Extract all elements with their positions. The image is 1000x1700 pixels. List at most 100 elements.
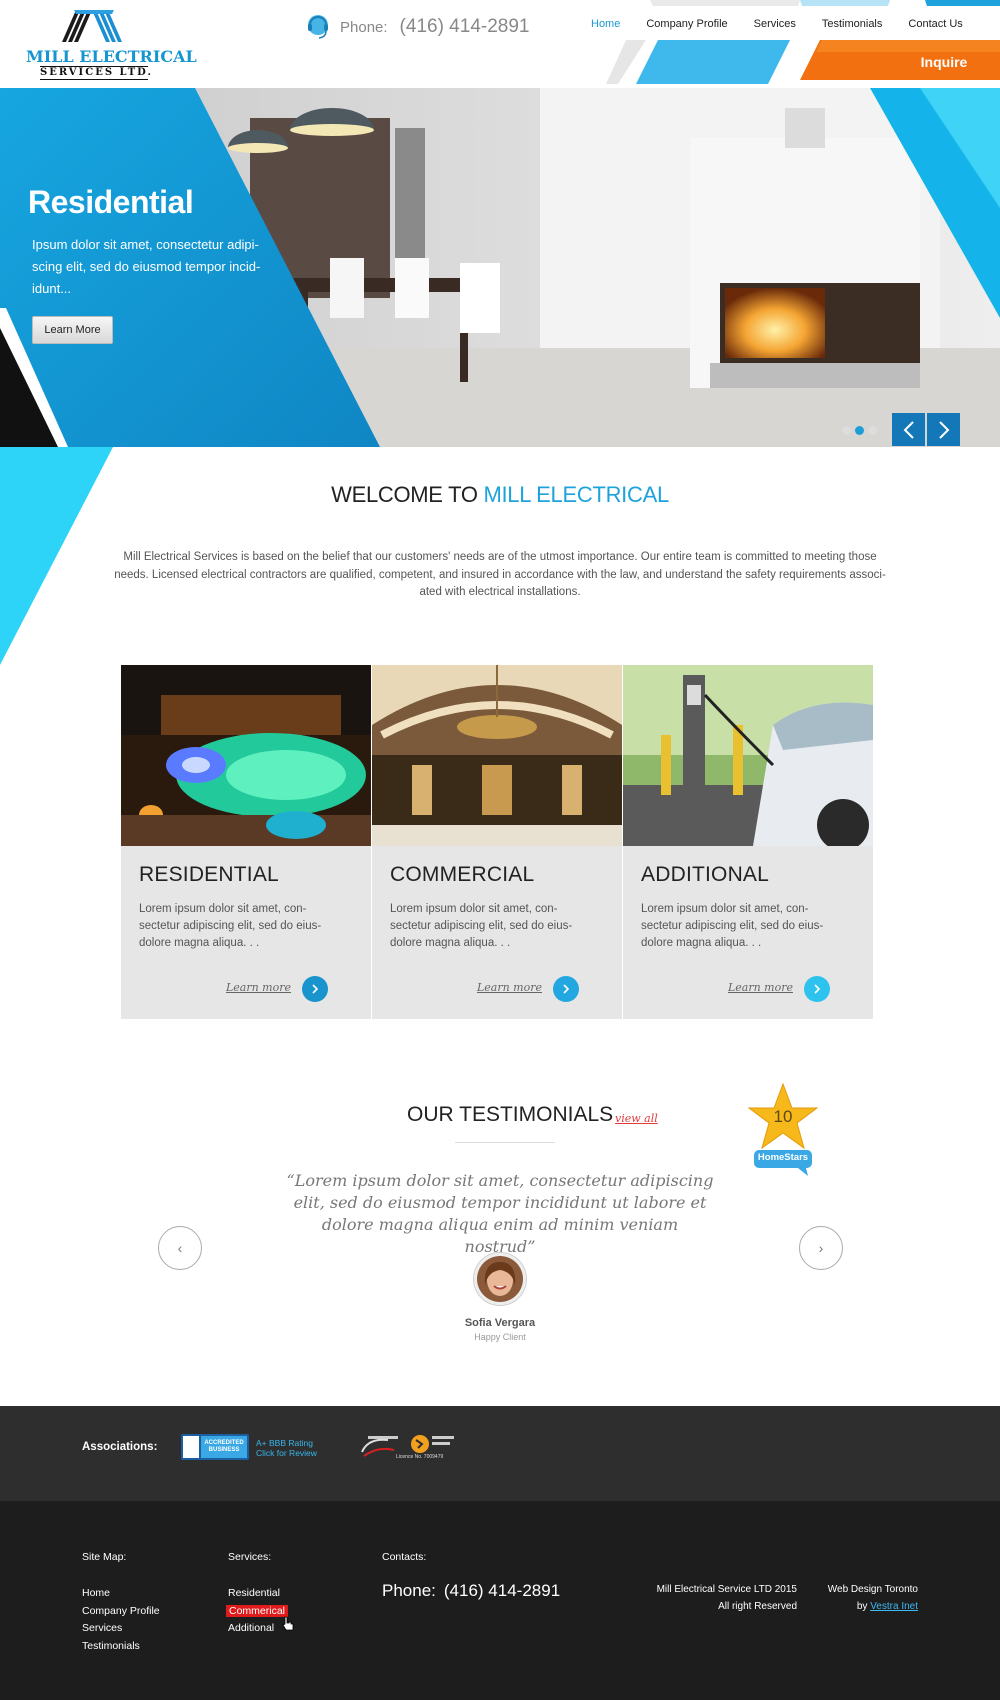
- star-icon: [747, 1082, 819, 1176]
- sitemap-services[interactable]: Services: [82, 1622, 122, 1634]
- slider-next-button[interactable]: [927, 413, 960, 446]
- nav-company-profile[interactable]: Company Profile: [633, 12, 740, 38]
- nav-home[interactable]: Home: [578, 12, 633, 38]
- esa-logo[interactable]: Licence No. 7009479: [358, 1430, 458, 1462]
- footer-phone-number[interactable]: (416) 414-2891: [444, 1581, 560, 1600]
- arrow-right-button[interactable]: [302, 976, 328, 1002]
- vestra-inet-link[interactable]: Vestra Inet: [870, 1601, 918, 1612]
- service-cards: RESIDENTIAL Lorem ipsum dolor sit amet, …: [121, 665, 873, 1019]
- homestars-number: 10: [773, 1107, 793, 1126]
- associations-label: Associations:: [82, 1441, 158, 1453]
- list-item: Company Profile: [82, 1603, 160, 1621]
- web-design-line1: Web Design Toronto: [827, 1584, 918, 1595]
- learn-more-link[interactable]: Learn more: [226, 981, 291, 994]
- arrow-right-button[interactable]: [553, 976, 579, 1002]
- contacts-title: Contacts:: [382, 1551, 427, 1563]
- sitemap-home[interactable]: Home: [82, 1587, 110, 1599]
- bbb-badge-text: ACCREDITED BUSINESS: [204, 1440, 244, 1453]
- footer-phone: Phone: (416) 414-2891: [382, 1581, 560, 1601]
- slider-prev-button[interactable]: [892, 413, 925, 446]
- copyright-line1: Mill Electrical Service LTD 2015: [656, 1584, 797, 1595]
- footer-phone-label: Phone:: [382, 1581, 436, 1600]
- testimonial-next-button[interactable]: ›: [799, 1226, 843, 1270]
- testimonials-title: OUR TESTIMONIALS: [407, 1103, 614, 1126]
- esa-licence: Licence No. 7009479: [396, 1454, 444, 1460]
- phone-label: Phone:: [340, 18, 388, 36]
- sitemap-title: Site Map:: [82, 1551, 127, 1563]
- nav-top-stripe: [650, 0, 1000, 6]
- chevron-left-icon: [903, 420, 914, 439]
- welcome-title: WELCOME TO MILL ELECTRICAL: [0, 482, 1000, 508]
- slider-dot-1[interactable]: [842, 426, 851, 435]
- footer-service-commerical[interactable]: Commerical: [226, 1604, 289, 1617]
- service-text: Lorem ipsum dolor sit amet, con-sectetur…: [390, 903, 573, 949]
- welcome-title-highlight: MILL ELECTRICAL: [483, 482, 669, 507]
- avatar: [474, 1253, 526, 1305]
- copyright: Mill Electrical Service LTD 2015 All rig…: [600, 1581, 797, 1615]
- client-name: Sofia Vergara: [464, 1317, 536, 1329]
- list-item: Testimonials: [82, 1638, 160, 1656]
- web-design-credit: Web Design Toronto by Vestra Inet: [800, 1581, 918, 1615]
- list-item: Residential: [228, 1585, 288, 1603]
- associations-bar: Associations: ACCREDITED BUSINESS A+ BBB…: [0, 1406, 1000, 1501]
- hero-slider: Residential Ipsum dolor sit amet, consec…: [0, 88, 1000, 447]
- sitemap-company-profile[interactable]: Company Profile: [82, 1605, 160, 1617]
- inquire-button[interactable]: Inquire: [888, 46, 1000, 78]
- chevron-right-icon: [312, 984, 319, 994]
- bbb-rating-line1: A+ BBB Rating: [256, 1438, 313, 1448]
- homestars-label: HomeStars: [757, 1152, 809, 1163]
- residential-image[interactable]: [121, 665, 371, 846]
- commercial-image[interactable]: [372, 665, 622, 846]
- view-all-link[interactable]: view all: [615, 1112, 658, 1125]
- service-text: Lorem ipsum dolor sit amet, con-sectetur…: [641, 903, 824, 949]
- nav-services[interactable]: Services: [741, 12, 809, 38]
- service-card-residential: RESIDENTIAL Lorem ipsum dolor sit amet, …: [121, 665, 371, 1019]
- slider-dot-2[interactable]: [855, 426, 864, 435]
- client-photo: [477, 1256, 523, 1302]
- testimonial-quote: “Lorem ipsum dolor sit amet, consectetur…: [286, 1171, 714, 1256]
- header-phone: Phone: (416) 414-2891: [306, 12, 529, 42]
- chevron-right-icon: [938, 420, 949, 439]
- homestars-badge[interactable]: 10 HomeStars: [747, 1082, 819, 1178]
- services-title: Services:: [228, 1551, 272, 1563]
- chevron-right-icon: [814, 984, 821, 994]
- slider-dots: [842, 426, 877, 435]
- client-role: Happy Client: [474, 1332, 526, 1342]
- list-item: Additional: [228, 1620, 288, 1638]
- web-design-line2: by Vestra Inet: [800, 1598, 918, 1615]
- service-text: Lorem ipsum dolor sit amet, con-sectetur…: [139, 903, 322, 949]
- chevron-right-icon: [563, 984, 570, 994]
- testimonial-prev-button[interactable]: ‹: [158, 1226, 202, 1270]
- list-item: Services: [82, 1620, 160, 1638]
- footer-service-residential[interactable]: Residential: [228, 1587, 280, 1599]
- service-title: COMMERCIAL: [390, 863, 535, 886]
- footer-service-additional[interactable]: Additional: [228, 1622, 274, 1634]
- welcome-text: Mill Electrical Services is based on the…: [114, 551, 886, 598]
- headset-icon: [308, 15, 328, 39]
- learn-more-link[interactable]: Learn more: [477, 981, 542, 994]
- nav-contact-us[interactable]: Contact Us: [895, 12, 975, 38]
- learn-more-button[interactable]: Learn More: [32, 316, 113, 344]
- header: MILL ELECTRICAL SERVICES LTD. Phone: (41…: [0, 0, 1000, 88]
- slider-dot-3[interactable]: [868, 426, 877, 435]
- hero-title: Residential: [28, 184, 194, 220]
- service-card-additional: ADDITIONAL Lorem ipsum dolor sit amet, c…: [623, 665, 873, 1019]
- additional-image[interactable]: [623, 665, 873, 846]
- phone-number[interactable]: (416) 414-2891: [400, 16, 530, 38]
- copyright-line2: All right Reserved: [718, 1601, 797, 1612]
- list-item: Commerical: [226, 1603, 289, 1621]
- logo-line1: MILL ELECTRICAL: [26, 47, 197, 66]
- bbb-rating-text: A+ BBB Rating Click for Review: [256, 1438, 317, 1458]
- arrow-right-button[interactable]: [804, 976, 830, 1002]
- hero-text: Ipsum dolor sit amet, consectetur adipi-…: [32, 237, 261, 296]
- service-title: ADDITIONAL: [641, 863, 770, 886]
- list-item: Home: [82, 1585, 160, 1603]
- page: MILL ELECTRICAL SERVICES LTD. Phone: (41…: [0, 0, 1000, 1700]
- testimonials-divider: [455, 1142, 555, 1143]
- learn-more-link[interactable]: Learn more: [728, 981, 793, 994]
- nav-testimonials[interactable]: Testimonials: [809, 12, 896, 38]
- logo[interactable]: MILL ELECTRICAL SERVICES LTD.: [26, 4, 197, 80]
- bbb-badge[interactable]: ACCREDITED BUSINESS A+ BBB Rating Click …: [181, 1434, 326, 1460]
- sitemap-testimonials[interactable]: Testimonials: [82, 1640, 140, 1652]
- service-title: RESIDENTIAL: [139, 863, 279, 886]
